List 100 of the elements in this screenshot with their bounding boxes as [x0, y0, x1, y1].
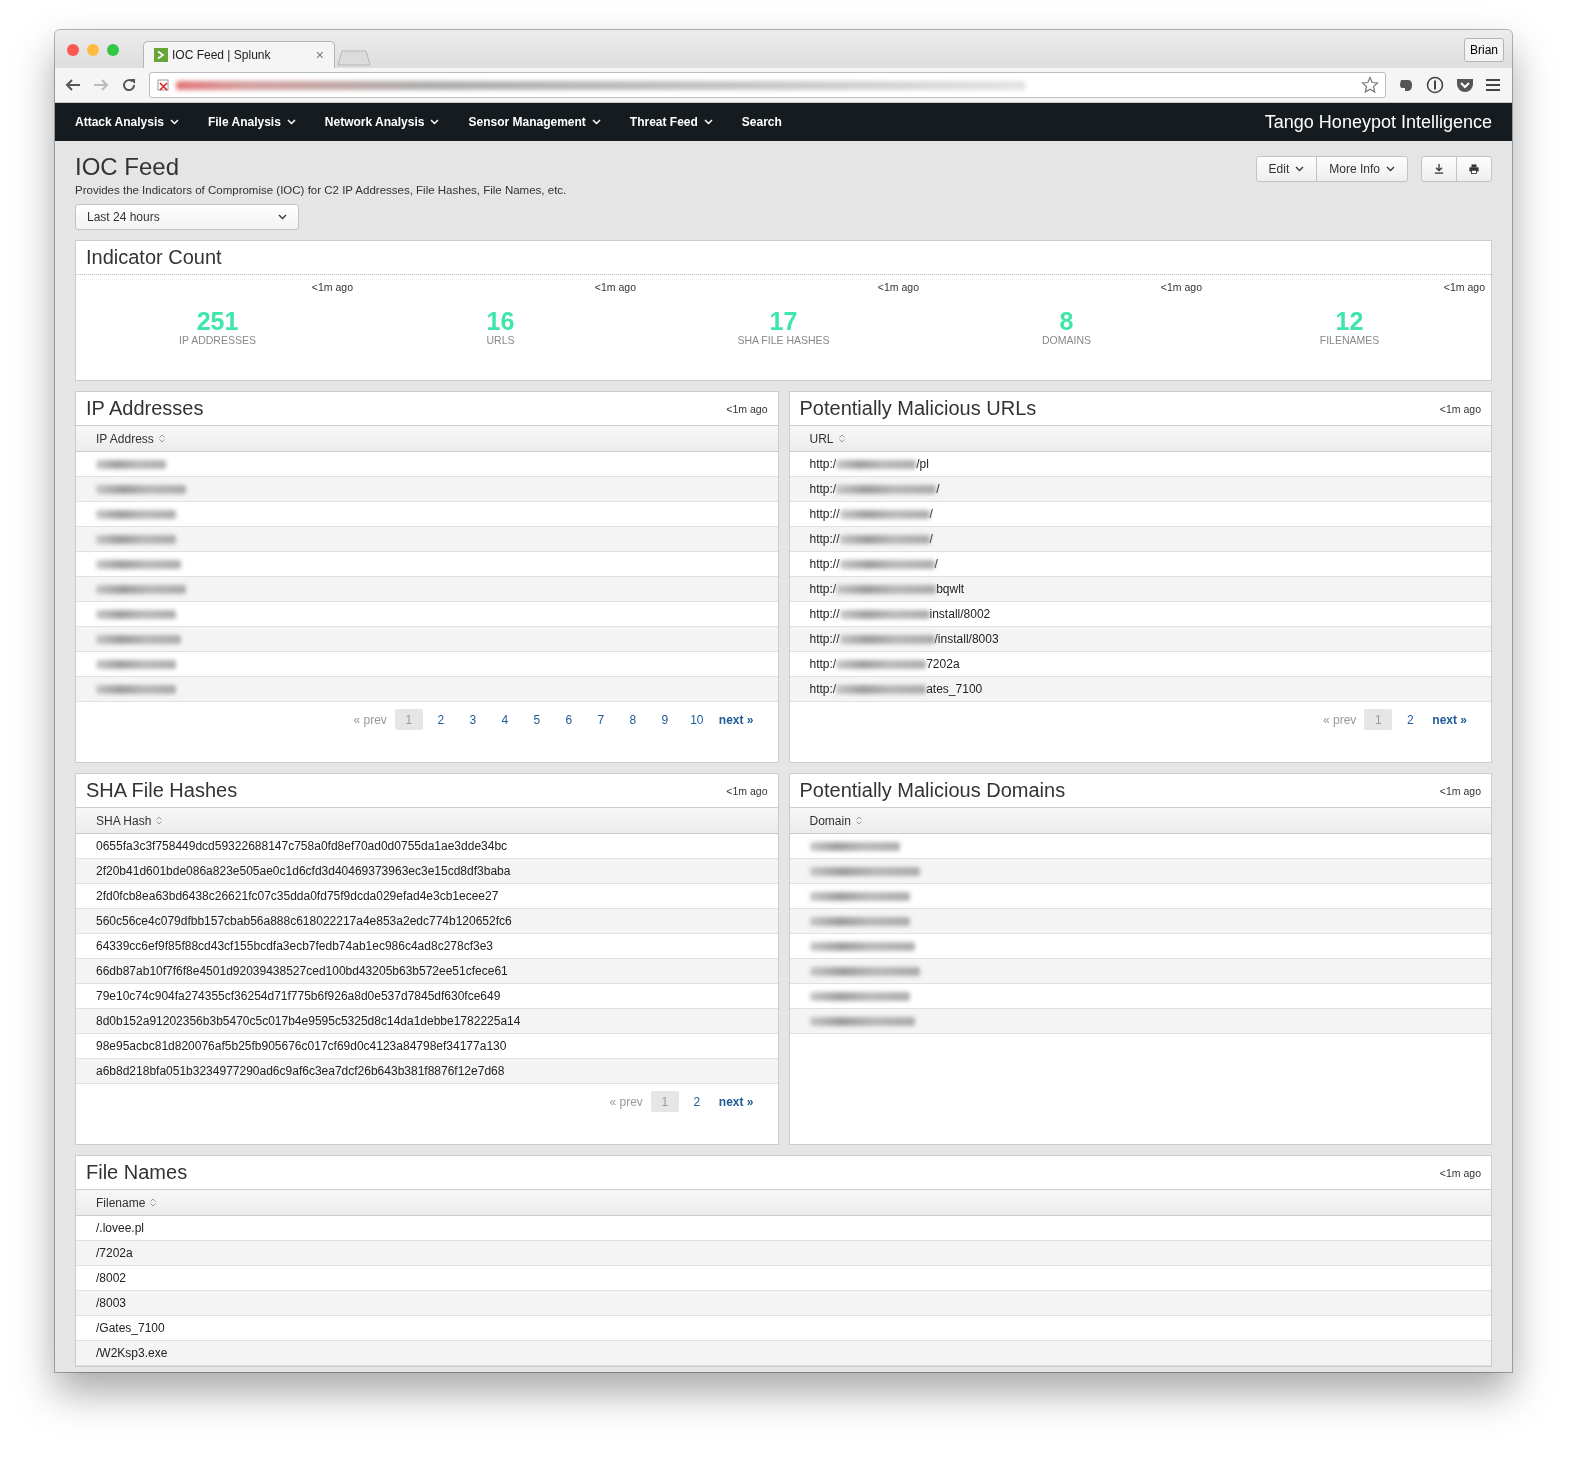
url-prefix: http:// — [809, 607, 840, 621]
table-cell: 79e10c74c904fa274355cf36254d71f775b6f926a8d0e537d7845df630fce649 — [96, 989, 501, 1003]
sort-icon — [150, 1198, 157, 1207]
profile-button[interactable]: Brian — [1464, 38, 1504, 62]
page-link[interactable]: 5 — [522, 709, 551, 730]
column-header[interactable]: SHA Hash — [76, 808, 778, 834]
table-cell: /.lovee.pl — [96, 1221, 145, 1235]
single-value: 12 — [1335, 307, 1364, 336]
panel-title: IP Addresses — [86, 397, 204, 420]
panel-title: File Names — [86, 1161, 188, 1184]
refresh-time: <1m ago — [594, 281, 636, 293]
nav-menu-item[interactable]: File Analysis — [207, 115, 296, 129]
page-link[interactable]: 9 — [650, 709, 679, 730]
app-title: Tango Honeypot Intelligence — [1264, 111, 1492, 133]
page-link[interactable]: 8 — [618, 709, 647, 730]
single-value: 17 — [769, 307, 798, 336]
url-prefix: http:// — [809, 532, 840, 546]
info-icon[interactable] — [1426, 76, 1444, 94]
panel-title: Indicator Count — [86, 246, 222, 269]
url-prefix: http:/ — [809, 582, 837, 596]
page-link[interactable]: 2 — [1396, 709, 1425, 730]
nav-menu-item[interactable]: Sensor Management — [468, 115, 601, 129]
single-value: 16 — [486, 307, 515, 336]
page-link[interactable]: 10 — [682, 709, 711, 730]
nav-menu-item[interactable]: Network Analysis — [324, 115, 440, 129]
panel-title: SHA File Hashes — [86, 779, 238, 802]
url-suffix: /install/8003 — [934, 632, 999, 646]
caret-icon — [703, 119, 713, 125]
single-value: 251 — [196, 307, 239, 336]
insecure-page-icon — [156, 78, 170, 92]
page-link[interactable]: 4 — [490, 709, 519, 730]
star-icon[interactable] — [1361, 76, 1379, 94]
back-icon[interactable] — [65, 78, 81, 92]
url-prefix: http:// — [809, 507, 840, 521]
next-link[interactable]: next » — [714, 712, 758, 727]
sort-icon — [158, 434, 165, 443]
download-icon — [1434, 163, 1444, 175]
single-value-label: DOMAINS — [1042, 334, 1091, 346]
close-tab-button[interactable]: × — [315, 47, 324, 63]
table-cell: 8d0b152a91202356b3b5470c5c017b4e9595c5325d8c14da1debbe1782225a14 — [96, 1014, 521, 1028]
url-suffix: ates_7100 — [926, 682, 983, 696]
column-header[interactable]: URL — [789, 426, 1491, 452]
page-link[interactable]: 6 — [554, 709, 583, 730]
refresh-time: <1m ago — [1439, 1166, 1481, 1179]
caret-icon — [591, 119, 601, 125]
url-suffix: install/8002 — [929, 607, 991, 621]
caret-icon — [169, 119, 179, 125]
column-header[interactable]: IP Address — [76, 426, 778, 452]
url-suffix: / — [936, 482, 940, 496]
table-cell: /7202a — [96, 1246, 133, 1260]
table-cell: 0655fa3c3f758449dcd59322688147c758a0fd8ef70ad0d0755da1ae3dde34bc — [96, 839, 508, 853]
caret-icon — [278, 214, 287, 220]
caret-icon — [286, 119, 296, 125]
page-link[interactable]: 2 — [426, 709, 455, 730]
next-link[interactable]: next » — [1428, 712, 1471, 727]
caret-icon — [430, 119, 440, 125]
nav-menu-item[interactable]: Threat Feed — [629, 115, 713, 129]
export-button[interactable] — [1421, 156, 1457, 182]
url-suffix: /pl — [916, 457, 929, 471]
table-cell: 64339cc6ef9f85f88cd43cf155bcdfa3ecb7fedb74ab1ec986c4ad8c278cf3e3 — [96, 939, 493, 953]
column-header[interactable]: Filename — [76, 1190, 1491, 1216]
url-prefix: http:// — [809, 557, 840, 571]
menu-icon[interactable] — [1486, 79, 1500, 91]
nav-menu-item[interactable]: Search — [741, 115, 782, 129]
refresh-time: <1m ago — [726, 402, 768, 415]
menu-button[interactable]: Edit — [1255, 156, 1318, 182]
page-link[interactable]: 3 — [458, 709, 487, 730]
table-cell: 560c56ce4c079dfbb157cbab56a888c618022217a4e853a2edc774b120652fc6 — [96, 914, 512, 928]
time-range-dropdown[interactable]: Last 24 hours — [75, 204, 299, 230]
url-suffix: bqwlt — [936, 582, 965, 596]
nav-menu-item[interactable]: Attack Analysis — [75, 115, 179, 129]
sort-icon — [855, 816, 862, 825]
address-field[interactable] — [149, 72, 1386, 98]
url-prefix: http:/ — [809, 657, 837, 671]
print-button[interactable] — [1456, 156, 1492, 182]
refresh-time: <1m ago — [1443, 281, 1485, 293]
table-cell: a6b8d218bfa051b3234977290ad6c9af6c3ea7dcf26b643b381f8876f12e7d68 — [96, 1064, 505, 1078]
panel-title: Potentially Malicious Domains — [799, 779, 1066, 802]
url-prefix: http:/ — [809, 482, 837, 496]
url-suffix: 7202a — [926, 657, 960, 671]
menu-button[interactable]: More Info — [1316, 156, 1408, 182]
page-link[interactable]: 2 — [682, 1091, 711, 1112]
refresh-time: <1m ago — [1439, 402, 1481, 415]
print-icon — [1469, 163, 1479, 175]
sort-icon — [156, 816, 163, 825]
pocket-icon[interactable] — [1456, 77, 1474, 93]
refresh-time: <1m ago — [311, 281, 353, 293]
table-cell: 66db87ab10f7f6f8e4501d92039438527ced100bd43205b63b572ee51cfece61 — [96, 964, 508, 978]
column-header[interactable]: Domain — [789, 808, 1491, 834]
close-window-icon[interactable] — [67, 44, 79, 56]
dashboard-title: IOC Feed — [75, 153, 181, 181]
browser-tab[interactable]: IOC Feed | Splunk × — [143, 41, 335, 68]
reload-icon[interactable] — [121, 77, 137, 93]
url-prefix: http:/ — [809, 457, 837, 471]
page-link[interactable]: 7 — [586, 709, 615, 730]
table-cell: 2fd0fcb8ea63bd6438c26621fc07c35dda0fd75f9dcda029efad4e3cb1ecee27 — [96, 889, 499, 903]
next-link[interactable]: next » — [714, 1094, 758, 1109]
table-cell: 2f20b41d601bde086a823e505ae0c1d6cfd3d40469373963ec3e15cd8df3baba — [96, 864, 511, 878]
table-cell: /Gates_7100 — [96, 1321, 165, 1335]
caret-icon — [1295, 166, 1305, 172]
